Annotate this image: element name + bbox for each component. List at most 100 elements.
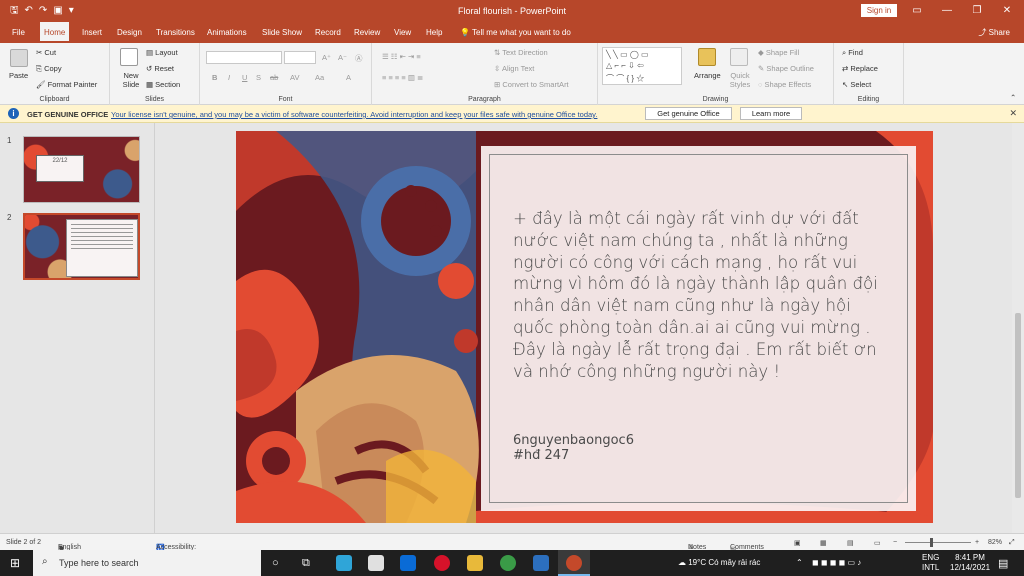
- slide-body-text[interactable]: + đây là một cái ngày rất vinh dự với đấ…: [513, 208, 893, 382]
- slide-signature[interactable]: 6nguyenbaongoc6 #hđ 247: [513, 433, 634, 463]
- cortana-icon[interactable]: ○: [272, 557, 279, 569]
- from-beginning-icon[interactable]: ▣: [53, 0, 62, 22]
- normal-view-icon[interactable]: ▣: [794, 539, 801, 547]
- font-size-input[interactable]: [284, 51, 316, 64]
- change-case-icon[interactable]: Aa: [315, 73, 324, 82]
- vertical-scrollbar[interactable]: [1012, 123, 1024, 533]
- tell-me-search[interactable]: 💡 Tell me what you want to do: [456, 22, 575, 43]
- windows-start-icon[interactable]: ⊞: [10, 556, 20, 570]
- font-color-icon[interactable]: A: [346, 73, 351, 82]
- tab-record[interactable]: Record: [311, 22, 345, 43]
- align-text-button[interactable]: ⇳ Align Text: [494, 64, 534, 73]
- undo-icon[interactable]: ↶: [25, 0, 33, 22]
- line-shape-icon[interactable]: ╲ ╲ ▭ ◯ ▭: [606, 50, 649, 59]
- shapes-gallery[interactable]: ╲ ╲ ▭ ◯ ▭ △ ⌐ ⌐ ⇩ ⇦ ⌒ ⌒ { } ☆: [602, 47, 682, 85]
- slide-thumbnail-2[interactable]: [23, 213, 140, 280]
- infobar-message-link[interactable]: Your license isn't genuine, and you may …: [111, 110, 597, 119]
- learn-more-button[interactable]: Learn more: [740, 107, 802, 120]
- arrange-icon[interactable]: [698, 48, 716, 66]
- select-button[interactable]: ↖ Select: [842, 80, 871, 89]
- reading-view-icon[interactable]: ▤: [847, 539, 854, 547]
- share-button[interactable]: ⤴ Share: [978, 22, 1010, 43]
- italic-icon[interactable]: I: [228, 73, 230, 82]
- notification-icon[interactable]: ▤: [998, 557, 1008, 570]
- current-slide[interactable]: + đây là một cái ngày rất vinh dự với đấ…: [236, 131, 933, 523]
- underline-icon[interactable]: U: [242, 73, 247, 82]
- decrease-font-icon[interactable]: A⁻: [338, 53, 347, 62]
- fit-slide-icon[interactable]: ⤢: [1009, 539, 1015, 547]
- text-direction-button[interactable]: ⇅ Text Direction: [494, 48, 548, 57]
- minimize-button[interactable]: —: [932, 0, 962, 22]
- section-button[interactable]: ▦ Section: [146, 80, 180, 89]
- strikethrough-icon[interactable]: ab: [270, 73, 278, 82]
- taskbar-search-box[interactable]: ⌕ Type here to search: [33, 550, 261, 576]
- reset-button[interactable]: ↺ Reset: [146, 64, 174, 73]
- clear-format-icon[interactable]: Ⓐ: [355, 53, 363, 64]
- maximize-button[interactable]: ❐: [962, 0, 992, 22]
- zoom-slider[interactable]: [905, 542, 971, 543]
- smartart-button[interactable]: ⊞ Convert to SmartArt: [494, 80, 569, 89]
- cut-button[interactable]: ✂ Cut: [36, 48, 56, 57]
- sign-in-button[interactable]: Sign in: [861, 4, 897, 17]
- format-painter-button[interactable]: 🖌 Format Painter: [36, 80, 97, 89]
- tab-review[interactable]: Review: [350, 22, 384, 43]
- new-slide-button[interactable]: New Slide: [118, 71, 144, 89]
- opera-icon[interactable]: [434, 555, 450, 571]
- bold-icon[interactable]: B: [212, 73, 217, 82]
- tab-home[interactable]: Home: [40, 22, 70, 43]
- paste-button[interactable]: Paste: [9, 71, 28, 80]
- clock[interactable]: 8:41 PM 12/14/2021: [950, 553, 990, 573]
- shape-outline-button[interactable]: ✎ Shape Outline: [758, 64, 814, 73]
- tab-insert[interactable]: Insert: [78, 22, 106, 43]
- weather-widget[interactable]: ☁ 19°C Có mây rải rác: [678, 558, 760, 567]
- find-button[interactable]: ⌕ Find: [842, 48, 863, 58]
- tray-chevron-icon[interactable]: ⌃: [796, 558, 803, 567]
- slide-thumbnail-1[interactable]: 22/12: [23, 136, 140, 203]
- quick-styles-button[interactable]: Quick Styles: [727, 71, 753, 89]
- shadow-icon[interactable]: S: [256, 73, 261, 82]
- powerpoint-taskbar-button[interactable]: [558, 550, 590, 576]
- tab-file[interactable]: File: [8, 22, 29, 43]
- file-explorer-icon[interactable]: [467, 555, 483, 571]
- get-genuine-button[interactable]: Get genuine Office: [645, 107, 732, 120]
- increase-font-icon[interactable]: A⁺: [322, 53, 331, 62]
- slideshow-view-icon[interactable]: ▭: [874, 539, 881, 547]
- customize-qat-icon[interactable]: ▾: [69, 0, 74, 22]
- ribbon-display-icon[interactable]: ▭: [902, 0, 932, 22]
- store-icon[interactable]: [368, 555, 384, 571]
- tab-design[interactable]: Design: [113, 22, 146, 43]
- copy-button[interactable]: ⎘ Copy: [36, 64, 62, 74]
- chrome-icon[interactable]: [500, 555, 516, 571]
- char-spacing-icon[interactable]: AV: [290, 73, 299, 82]
- save-icon[interactable]: 🖫: [10, 0, 19, 22]
- tab-slide-show[interactable]: Slide Show: [258, 22, 306, 43]
- collapse-ribbon-icon[interactable]: ⌃: [1010, 93, 1016, 102]
- zoom-slider-thumb[interactable]: [930, 538, 933, 547]
- paste-icon[interactable]: [10, 49, 28, 67]
- zoom-in-button[interactable]: +: [975, 539, 979, 546]
- task-view-icon[interactable]: ⧉: [302, 557, 310, 570]
- tray-app-icons[interactable]: ◼ ◼ ◼ ◼ ▭ ♪: [812, 558, 861, 567]
- shape-fill-button[interactable]: ◆ Shape Fill: [758, 48, 799, 57]
- tab-transitions[interactable]: Transitions: [152, 22, 199, 43]
- zoom-level[interactable]: 82%: [988, 539, 1002, 546]
- redo-icon[interactable]: ↷: [39, 0, 47, 22]
- zoom-out-button[interactable]: −: [893, 539, 897, 546]
- tab-view[interactable]: View: [390, 22, 415, 43]
- input-language[interactable]: ENG INTL: [922, 553, 939, 573]
- scroll-thumb[interactable]: [1015, 313, 1021, 498]
- quick-styles-icon[interactable]: [730, 48, 748, 66]
- bracket-shape-icon[interactable]: ⌒ ⌒ { } ☆: [606, 73, 644, 84]
- photos-icon[interactable]: [533, 555, 549, 571]
- new-slide-icon[interactable]: [120, 48, 138, 66]
- align-icons[interactable]: ≡ ≡ ≡ ≡ ▥ ≣: [382, 73, 423, 82]
- bullets-icon[interactable]: ☰ ☷ ⇤ ⇥ ≡: [382, 52, 421, 61]
- edge-icon[interactable]: [336, 555, 352, 571]
- layout-button[interactable]: ▤ Layout: [146, 48, 178, 57]
- zalo-icon[interactable]: [400, 555, 416, 571]
- tab-animations[interactable]: Animations: [203, 22, 251, 43]
- shape-effects-button[interactable]: ◌ Shape Effects: [758, 80, 811, 89]
- close-icon[interactable]: ✕: [1009, 108, 1017, 119]
- arrange-button[interactable]: Arrange: [694, 71, 721, 80]
- replace-button[interactable]: ⇄ Replace: [842, 64, 878, 73]
